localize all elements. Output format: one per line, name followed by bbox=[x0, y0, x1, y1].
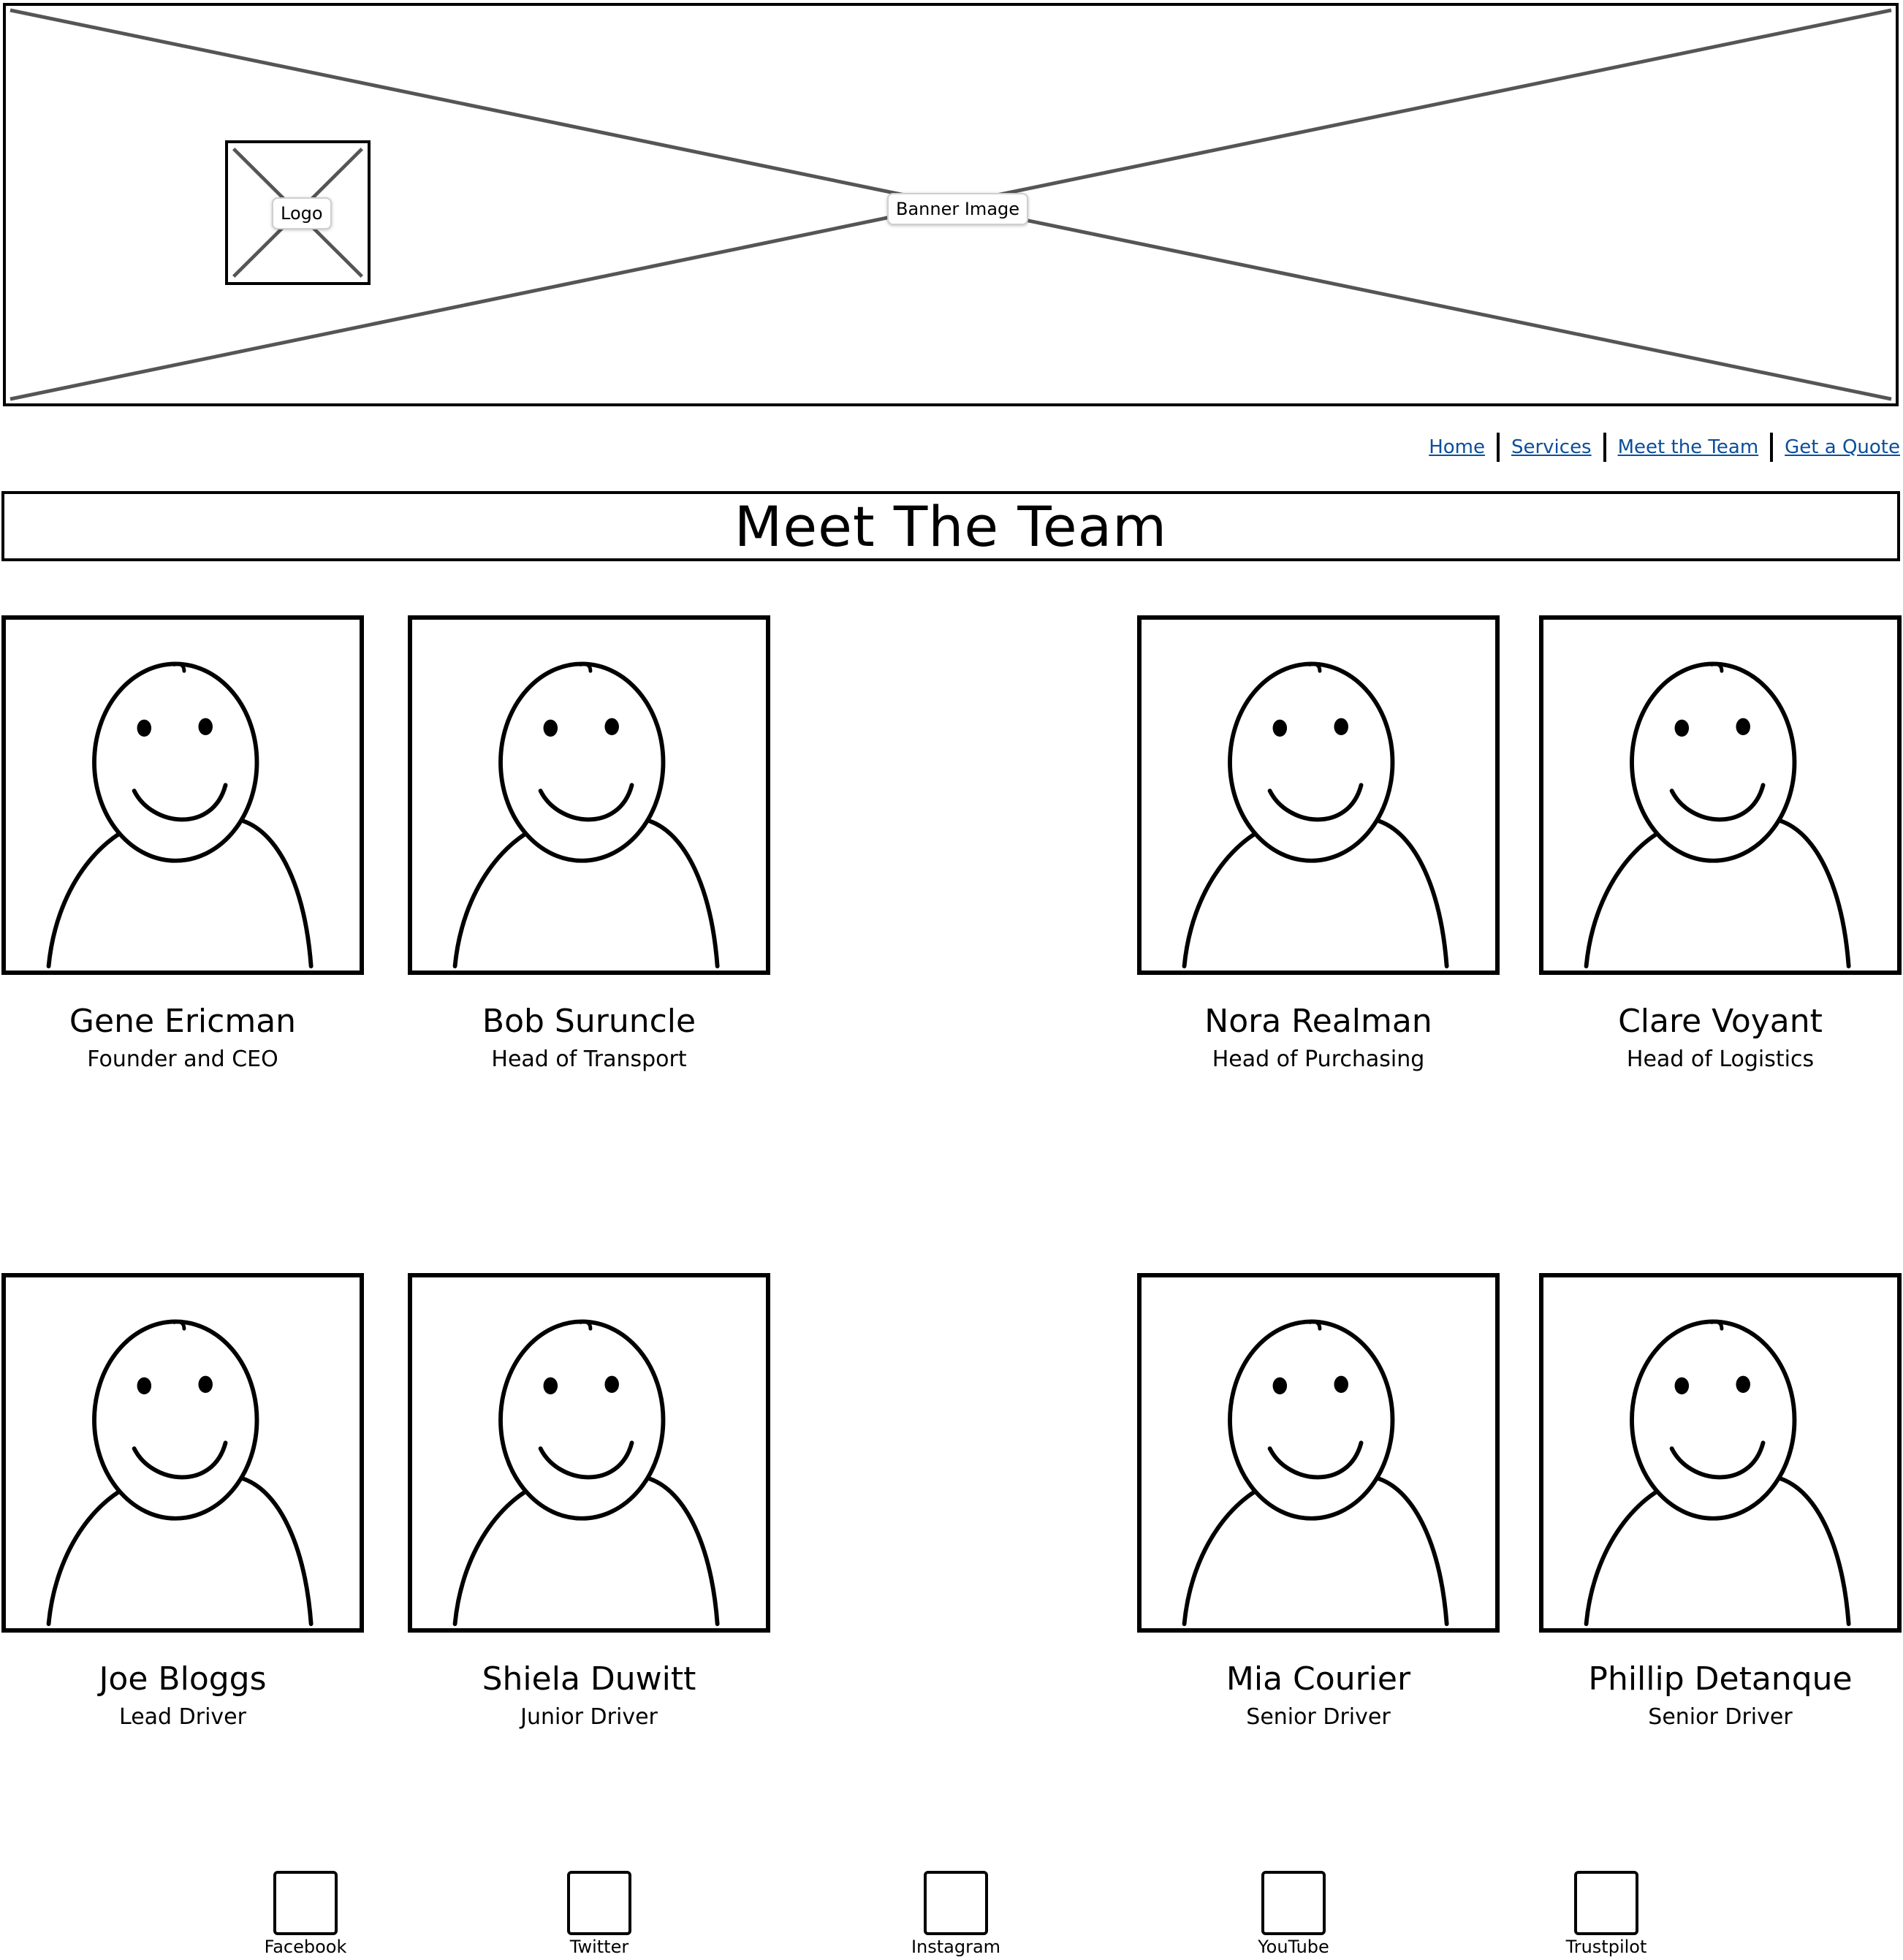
team-member-card: Clare Voyant Head of Logistics bbox=[1539, 615, 1902, 1074]
team-member-photo bbox=[408, 1273, 770, 1633]
social-link-trustpilot[interactable]: Trustpilot bbox=[1555, 1871, 1657, 1957]
team-member-photo bbox=[1, 615, 364, 975]
facebook-icon[interactable] bbox=[273, 1871, 338, 1935]
social-label: Twitter bbox=[569, 1937, 629, 1957]
team-member-card: Gene Ericman Founder and CEO bbox=[1, 615, 364, 1074]
team-member-name: Nora Realman bbox=[1204, 1003, 1432, 1040]
team-member-card: Nora Realman Head of Purchasing bbox=[1137, 615, 1500, 1074]
team-member-photo bbox=[1539, 1273, 1902, 1633]
avatar-icon bbox=[46, 661, 314, 969]
youtube-icon[interactable] bbox=[1261, 1871, 1326, 1935]
team-member-photo bbox=[1539, 615, 1902, 975]
avatar-icon bbox=[1584, 1319, 1851, 1627]
team-member-role: Head of Logistics bbox=[1626, 1047, 1815, 1072]
social-label: YouTube bbox=[1258, 1937, 1329, 1957]
team-member-name: Gene Ericman bbox=[69, 1003, 297, 1040]
team-member-photo bbox=[408, 615, 770, 975]
nav-separator bbox=[1496, 433, 1500, 462]
team-member-role: Head of Purchasing bbox=[1212, 1047, 1425, 1072]
team-member-card: Joe Bloggs Lead Driver bbox=[1, 1273, 364, 1732]
logo-placeholder[interactable]: Logo bbox=[225, 140, 371, 285]
team-member-name: Phillip Detanque bbox=[1588, 1660, 1853, 1698]
social-link-instagram[interactable]: Instagram bbox=[905, 1871, 1007, 1957]
social-link-youtube[interactable]: YouTube bbox=[1242, 1871, 1345, 1957]
team-member-role: Senior Driver bbox=[1648, 1704, 1793, 1730]
social-label: Instagram bbox=[911, 1937, 1001, 1957]
avatar-icon bbox=[1584, 661, 1851, 969]
nav-link-meet-the-team[interactable]: Meet the Team bbox=[1618, 436, 1759, 458]
team-member-role: Lead Driver bbox=[119, 1704, 246, 1730]
nav-link-home[interactable]: Home bbox=[1429, 436, 1485, 458]
team-member-card: Shiela Duwitt Junior Driver bbox=[408, 1273, 770, 1732]
banner-image-placeholder: Banner Image Logo bbox=[3, 3, 1899, 406]
instagram-icon[interactable] bbox=[924, 1871, 988, 1935]
team-member-card: Bob Suruncle Head of Transport bbox=[408, 615, 770, 1074]
social-label: Trustpilot bbox=[1565, 1937, 1647, 1957]
nav-separator bbox=[1603, 433, 1606, 462]
page-title: Meet The Team bbox=[734, 493, 1168, 559]
team-member-card: Phillip Detanque Senior Driver bbox=[1539, 1273, 1902, 1732]
banner-image-label: Banner Image bbox=[887, 193, 1029, 225]
team-member-name: Clare Voyant bbox=[1618, 1003, 1823, 1040]
nav-separator bbox=[1770, 433, 1774, 462]
team-member-role: Senior Driver bbox=[1246, 1704, 1391, 1730]
avatar-icon bbox=[1182, 1319, 1449, 1627]
nav-link-services[interactable]: Services bbox=[1511, 436, 1592, 458]
avatar-icon bbox=[452, 661, 720, 969]
social-link-facebook[interactable]: Facebook bbox=[254, 1871, 357, 1957]
team-member-card: Mia Courier Senior Driver bbox=[1137, 1273, 1500, 1732]
avatar-icon bbox=[452, 1319, 720, 1627]
team-member-role: Junior Driver bbox=[520, 1704, 658, 1730]
twitter-icon[interactable] bbox=[567, 1871, 631, 1935]
team-member-photo bbox=[1137, 1273, 1500, 1633]
team-member-photo bbox=[1137, 615, 1500, 975]
social-link-twitter[interactable]: Twitter bbox=[548, 1871, 650, 1957]
team-member-name: Shiela Duwitt bbox=[482, 1660, 696, 1698]
team-member-name: Joe Bloggs bbox=[99, 1660, 267, 1698]
nav-link-get-a-quote[interactable]: Get a Quote bbox=[1785, 436, 1900, 458]
team-member-role: Head of Transport bbox=[491, 1047, 687, 1072]
main-nav: Home Services Meet the Team Get a Quote bbox=[1429, 431, 1900, 463]
avatar-icon bbox=[46, 1319, 314, 1627]
page-heading-box: Meet The Team bbox=[1, 491, 1900, 561]
logo-label: Logo bbox=[272, 197, 332, 229]
avatar-icon bbox=[1182, 661, 1449, 969]
social-label: Facebook bbox=[264, 1937, 347, 1957]
team-member-name: Mia Courier bbox=[1226, 1660, 1411, 1698]
team-member-name: Bob Suruncle bbox=[482, 1003, 696, 1040]
trustpilot-icon[interactable] bbox=[1574, 1871, 1638, 1935]
team-member-photo bbox=[1, 1273, 364, 1633]
team-member-role: Founder and CEO bbox=[87, 1047, 278, 1072]
